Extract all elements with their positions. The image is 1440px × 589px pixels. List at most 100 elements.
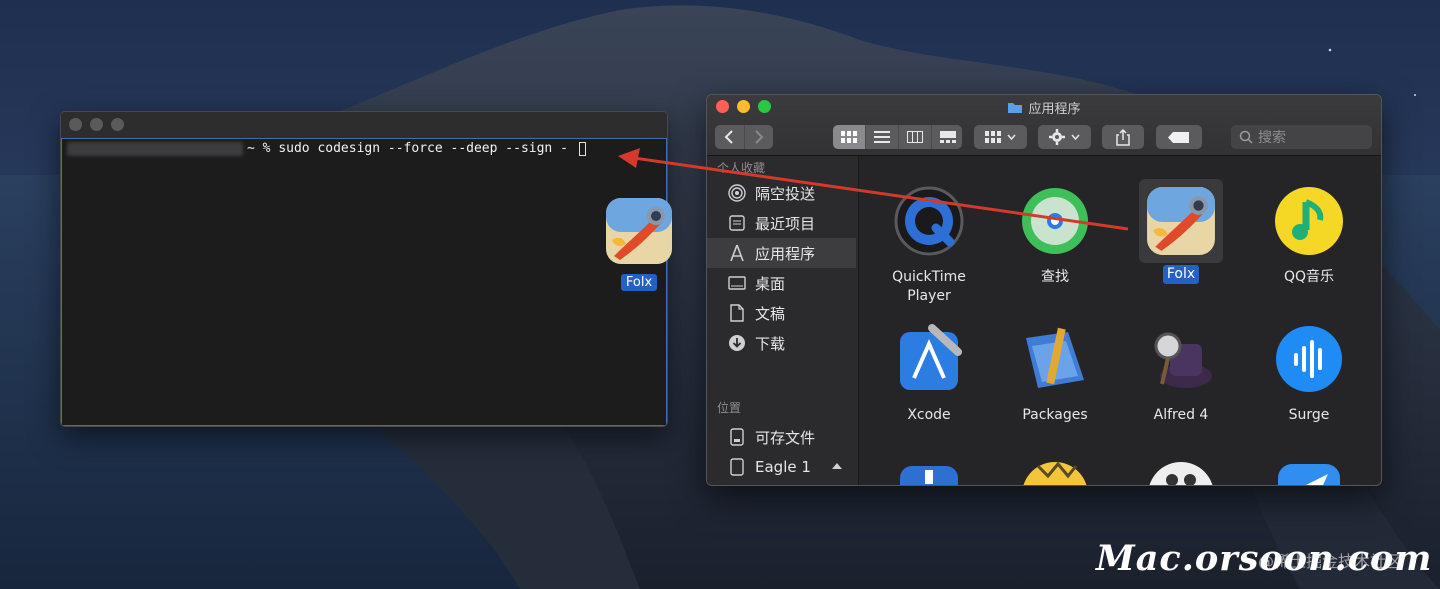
chevron-down-icon	[1071, 134, 1080, 140]
app-label: Folx	[1162, 265, 1200, 284]
downloads-icon	[729, 335, 745, 351]
yellow-app-icon	[1023, 461, 1087, 485]
quicktime-icon	[894, 186, 964, 256]
app-label: Alfred 4	[1153, 407, 1209, 423]
terminal-window[interactable]: ~ % sudo codesign --force --deep --sign …	[60, 111, 668, 427]
sidebar-item-label: 可存文件	[755, 428, 816, 447]
sidebar-item-label: 文稿	[755, 304, 786, 323]
terminal-content[interactable]: ~ % sudo codesign --force --deep --sign …	[61, 139, 667, 426]
action-button[interactable]	[1038, 125, 1091, 149]
qq-music-icon	[1275, 187, 1343, 255]
column-view-button[interactable]	[899, 125, 932, 149]
group-grid-icon	[985, 131, 1001, 143]
send-app-icon	[1278, 464, 1340, 485]
documents-icon	[730, 304, 744, 322]
alfred-icon	[1154, 332, 1212, 388]
surge-icon	[1276, 326, 1342, 392]
share-icon	[1116, 128, 1130, 146]
app-item-quicktime[interactable]: QuickTime Player	[879, 184, 979, 306]
sidebar-item-disk[interactable]: 可存文件	[707, 422, 858, 452]
group-button[interactable]	[974, 125, 1027, 149]
back-button[interactable]	[715, 125, 745, 149]
folx-rocket-icon	[1147, 187, 1215, 255]
xcode-icon	[900, 324, 962, 390]
disk-icon	[730, 458, 744, 476]
sidebar-item-recents[interactable]: 最近项目	[707, 208, 858, 238]
dragged-icon-label: Folx	[620, 274, 658, 291]
nav-buttons	[715, 125, 773, 149]
app-item-surge[interactable]: Surge	[1259, 322, 1359, 425]
app-item-partial[interactable]	[1131, 458, 1231, 485]
sidebar-item-label: 隔空投送	[755, 184, 816, 203]
blue-app-icon	[900, 466, 958, 485]
sidebar-item-desktop[interactable]: 桌面	[707, 268, 858, 298]
finder-content: QuickTime Player 查找 Folx QQ音乐 Xcode Pack…	[859, 156, 1381, 485]
app-item-packages[interactable]: Packages	[1005, 322, 1105, 425]
list-view-button[interactable]	[866, 125, 899, 149]
app-item-partial[interactable]	[1259, 458, 1359, 485]
command-text: sudo codesign --force --deep --sign -	[278, 141, 568, 156]
sidebar-header-favorites: 个人收藏	[717, 161, 766, 175]
video-app-icon	[1149, 462, 1213, 485]
gallery-icon	[939, 131, 956, 143]
sidebar-item-documents[interactable]: 文稿	[707, 298, 858, 328]
forward-button[interactable]	[745, 125, 774, 149]
text-cursor	[578, 141, 586, 156]
finder-titlebar[interactable]: 应用程序 搜索	[707, 95, 1381, 156]
dragged-folx-icon[interactable]: Folx	[602, 196, 676, 291]
eject-icon[interactable]	[832, 463, 842, 471]
find-my-icon	[1022, 188, 1088, 254]
tag-button[interactable]	[1156, 125, 1202, 149]
command-line: ~ % sudo codesign --force --deep --sign …	[67, 141, 586, 156]
prompt: ~ %	[247, 141, 279, 156]
sidebar-item-label: 最近项目	[755, 214, 816, 233]
app-label: QuickTime Player	[892, 269, 966, 304]
icon-view-button[interactable]	[832, 125, 866, 149]
chevron-right-icon	[755, 130, 764, 144]
app-label: 查找	[1041, 269, 1069, 285]
share-button[interactable]	[1102, 125, 1144, 149]
sidebar-item-applications[interactable]: 应用程序	[707, 238, 856, 268]
search-field[interactable]: 搜索	[1231, 125, 1372, 149]
terminal-titlebar[interactable]	[61, 112, 667, 139]
recents-icon	[729, 215, 745, 231]
app-item-partial[interactable]	[1005, 458, 1105, 485]
finder-sidebar: 个人收藏 隔空投送 最近项目 应用程序 桌面 文稿 下载 位置 可存文件 Eag…	[707, 156, 859, 485]
window-title: 应用程序	[707, 98, 1381, 117]
app-item-qq-music[interactable]: QQ音乐	[1259, 184, 1359, 287]
app-item-folx[interactable]: Folx	[1131, 179, 1231, 284]
window-controls	[69, 118, 124, 131]
sidebar-item-label: 应用程序	[755, 244, 816, 263]
sidebar-item-label: 下载	[755, 334, 786, 353]
sidebar-item-downloads[interactable]: 下载	[707, 328, 858, 358]
sidebar-header-locations: 位置	[717, 401, 742, 415]
desktop-icon	[728, 276, 746, 290]
sidebar-item-eagle[interactable]: Eagle 1	[707, 452, 858, 482]
selection-highlight	[1139, 179, 1223, 263]
applications-icon	[730, 244, 744, 262]
gallery-view-button[interactable]	[932, 125, 964, 149]
redacted-hostname	[67, 141, 243, 156]
folder-icon	[1008, 103, 1023, 113]
packages-icon	[1026, 327, 1084, 388]
close-button[interactable]	[69, 118, 82, 131]
app-item-partial[interactable]	[879, 462, 979, 485]
minimize-button[interactable]	[90, 118, 103, 131]
sidebar-item-label: Eagle 1	[755, 458, 811, 476]
app-item-xcode[interactable]: Xcode	[879, 322, 979, 425]
window-title-text: 应用程序	[1028, 102, 1081, 117]
airdrop-icon	[728, 184, 746, 202]
grid-icon	[840, 131, 857, 143]
app-item-alfred[interactable]: Alfred 4	[1131, 322, 1231, 425]
app-item-find-my[interactable]: 查找	[1005, 184, 1105, 287]
view-mode-control	[832, 125, 964, 149]
sidebar-item-airdrop[interactable]: 隔空投送	[707, 178, 858, 208]
search-icon	[1239, 130, 1253, 144]
folx-rocket-icon	[606, 198, 672, 264]
chevron-down-icon	[1007, 134, 1016, 140]
finder-window[interactable]: 应用程序 搜索 个人收藏 隔空投送 最近项目 应用程序 桌面 文稿 下载 位置 …	[706, 94, 1382, 486]
tag-icon	[1168, 131, 1189, 143]
gear-icon	[1049, 129, 1065, 145]
zoom-button[interactable]	[111, 118, 124, 131]
